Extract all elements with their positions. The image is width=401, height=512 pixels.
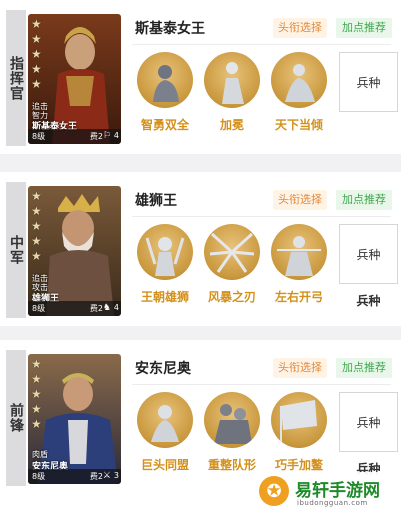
troop-type-box[interactable]: 兵种 [339,224,398,284]
star-icon: ★ [31,77,42,91]
cost-text: 费2 [89,472,103,481]
role-label: 指挥官 [6,10,26,146]
skill-icon [204,392,260,448]
skill-icon [137,52,193,108]
unit-icon: ⚐ [102,131,111,141]
skill-name: 王朝雄狮 [140,290,189,304]
level-text: 8级 [32,132,46,141]
title-select-button[interactable]: 头衔选择 [273,190,327,210]
skill-name: 巨头同盟 [140,458,189,472]
points-recommend-button[interactable]: 加点推荐 [336,190,392,210]
divider [132,384,391,385]
hero-portrait[interactable]: ★ ★ ★ ★ ★ 追击 攻击 雄狮王 8级 费2 ♞ 4 [28,186,121,316]
skill-icon [137,224,193,280]
divider [132,44,391,45]
skill-icon [271,52,327,108]
cost-text: 费2 [89,132,103,141]
troop-type-label: 兵种 [356,294,381,308]
skill-2[interactable]: 加冕 [197,52,267,133]
star-icon: ★ [31,402,42,416]
skill-icon [204,224,260,280]
horse-icon: ♞ [102,303,111,313]
site-logo-icon: ✪ [259,476,289,506]
star-icon: ★ [31,249,42,263]
star-icon: ★ [31,17,42,31]
hero-card-2: 中军 ★ ★ ★ ★ ★ 追击 攻击 雄狮王 8级 费2 ♞ 4 雄狮王 头衔选… [0,172,401,326]
star-icon: ★ [31,357,42,371]
star-rating: ★ ★ ★ ★ ★ [31,358,42,431]
title-select-button[interactable]: 头衔选择 [273,358,327,378]
portrait-info-bar: 8级 费2 ♞ 4 [28,301,121,316]
skill-1[interactable]: 巨头同盟 [130,392,200,473]
star-icon: ★ [31,234,42,248]
skill-name: 巧手加鳌 [274,458,323,472]
star-rating: ★ ★ ★ ★ ★ [31,190,42,263]
level-text: 8级 [32,472,46,481]
skill-2[interactable]: 风暴之刃 [197,224,267,305]
hero-portrait[interactable]: ★ ★ ★ ★ ★ 追击 智力 斯基泰女王 8级 费2 ⚐ 4 [28,14,121,144]
unit-count: 4 [113,303,119,312]
skill-name: 智勇双全 [140,118,189,132]
skill-1[interactable]: 王朝雄狮 [130,224,200,305]
skill-2[interactable]: 重整队形 [197,392,267,473]
skill-3[interactable]: 左右开弓 [264,224,334,305]
level-text: 8级 [32,304,46,313]
skill-name: 加冕 [219,118,244,132]
hero-name: 雄狮王 [135,193,177,209]
star-icon: ★ [31,387,42,401]
role-label: 中军 [6,182,26,318]
star-icon: ★ [31,32,42,46]
star-icon: ★ [31,47,42,61]
title-select-button[interactable]: 头衔选择 [273,18,327,38]
skill-icon [271,392,327,448]
star-icon: ★ [31,204,42,218]
star-icon: ★ [31,372,42,386]
skill-icon [271,224,327,280]
sword-icon: ⚔ [102,471,111,481]
hero-name: 安东尼奥 [135,361,191,377]
attr-1: 追击 [32,102,48,111]
skill-icon [137,392,193,448]
portrait-attributes: 追击 攻击 [32,274,48,292]
role-label: 前锋 [6,350,26,486]
star-icon: ★ [31,417,42,431]
hero-portrait[interactable]: ★ ★ ★ ★ ★ 肉盾 安东尼奥 8级 费2 ⚔ 3 [28,354,121,484]
skill-1[interactable]: 智勇双全 [130,52,200,133]
site-watermark: ✪ 易轩手游网 ibudongguan.com [255,472,401,512]
points-recommend-button[interactable]: 加点推荐 [336,18,392,38]
skill-name: 重整队形 [207,458,256,472]
star-rating: ★ ★ ★ ★ ★ [31,18,42,91]
unit-count: 4 [113,131,119,140]
divider [132,216,391,217]
site-domain: ibudongguan.com [297,499,368,507]
troop-type-box[interactable]: 兵种 [339,52,398,112]
hero-card-1: 指挥官 ★ ★ ★ ★ ★ 追击 智力 斯基泰女王 8级 费2 ⚐ 4 斯基泰女 [0,0,401,154]
portrait-info-bar: 8级 费2 ⚐ 4 [28,129,121,144]
star-icon: ★ [31,62,42,76]
skill-name: 风暴之刃 [207,290,256,304]
unit-count: 3 [113,471,119,480]
hero-name: 斯基泰女王 [135,21,205,37]
points-recommend-button[interactable]: 加点推荐 [336,358,392,378]
star-icon: ★ [31,189,42,203]
skill-icon [204,52,260,108]
attr-1: 肉盾 [32,450,48,459]
skill-3[interactable]: 巧手加鳌 [264,392,334,473]
skill-3[interactable]: 天下当倾 [264,52,334,133]
skill-name: 天下当倾 [274,118,323,132]
site-name: 易轩手游网 [295,481,380,501]
portrait-attributes: 追击 智力 [32,102,48,120]
portrait-info-bar: 8级 费2 ⚔ 3 [28,469,121,484]
cost-text: 费2 [89,304,103,313]
portrait-attributes: 肉盾 [32,450,48,459]
attr-1: 追击 [32,274,48,283]
troop-type-box[interactable]: 兵种 [339,392,398,452]
skill-name: 左右开弓 [274,290,323,304]
star-icon: ★ [31,219,42,233]
